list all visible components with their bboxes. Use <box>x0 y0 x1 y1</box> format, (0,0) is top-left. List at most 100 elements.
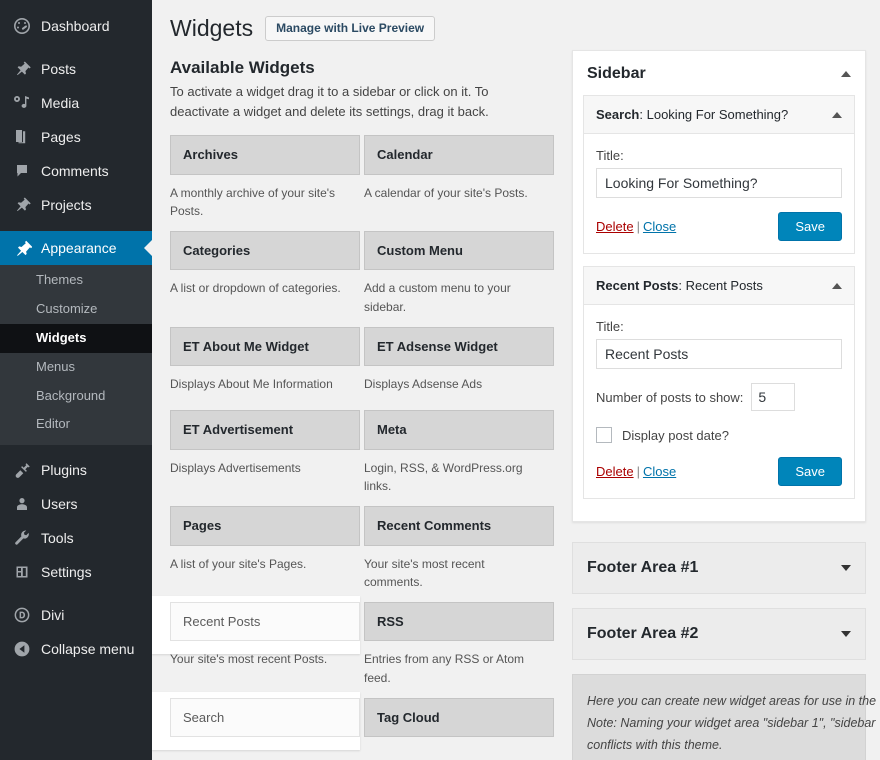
widget-card-description: A calendar of your site's Posts. <box>364 185 528 200</box>
users-icon <box>12 494 32 514</box>
chevron-up-icon[interactable] <box>832 282 842 289</box>
sidebar-item-divi[interactable]: Divi <box>0 598 152 632</box>
save-button[interactable]: Save <box>778 457 842 486</box>
widget-card-title: Pages <box>183 517 222 533</box>
widget-card-et-advertisement[interactable]: ET Advertisement <box>170 410 360 450</box>
submenu-item-widgets[interactable]: Widgets <box>0 323 152 353</box>
number-of-posts-row: Number of posts to show: <box>596 383 842 411</box>
info-line-3: conflicts with this theme. <box>587 738 723 752</box>
submenu-item-background[interactable]: Background <box>0 382 152 411</box>
widget-card-pages[interactable]: Pages <box>170 505 360 546</box>
submenu-item-menus[interactable]: Menus <box>0 353 152 382</box>
sidebar-item-appearance[interactable]: Appearance <box>0 231 152 265</box>
widget-instance-header[interactable]: Recent Posts: Recent Posts <box>584 267 854 305</box>
available-widgets-section: Available Widgets To activate a widget d… <box>152 58 554 760</box>
sidebar-item-label: Projects <box>41 197 92 213</box>
number-of-posts-input[interactable] <box>751 383 796 411</box>
widget-area-sidebar: Sidebar Search: Looking For Something? T… <box>572 50 866 522</box>
sidebar-item-users[interactable]: Users <box>0 487 152 521</box>
widget-card-description: A monthly archive of your site's Posts. <box>170 185 336 219</box>
widget-card-custom-menu[interactable]: Custom Menu <box>364 230 554 271</box>
widget-card-description: A list of your site's Pages. <box>170 556 307 571</box>
widget-card-recent-comments[interactable]: Recent Comments <box>364 505 554 546</box>
widget-card-recent-posts[interactable]: Recent Posts <box>170 601 360 642</box>
pin-icon <box>12 59 32 79</box>
sidebar-item-dashboard[interactable]: Dashboard <box>0 9 152 43</box>
link-separator: | <box>636 219 640 234</box>
close-link[interactable]: Close <box>643 464 676 479</box>
widget-card-description: Add a custom menu to your sidebar. <box>364 281 511 314</box>
widget-card-description: Your site's most recent comments. <box>364 556 485 590</box>
widget-card-et-about-me-widget[interactable]: ET About Me Widget <box>170 326 360 367</box>
widget-card-tag-cloud[interactable]: Tag Cloud <box>364 697 554 738</box>
widget-card-calendar[interactable]: Calendar <box>364 135 554 175</box>
widget-card-rss[interactable]: RSS <box>364 601 554 642</box>
widget-card-title: ET Adsense Widget <box>377 338 498 354</box>
widget-cell: Calendar A calendar of your site's Posts… <box>364 135 554 231</box>
sidebar-item-label: Dashboard <box>41 18 110 34</box>
available-widgets-heading: Available Widgets <box>170 58 315 77</box>
widget-card-title: Categories <box>183 242 251 258</box>
submenu-item-themes[interactable]: Themes <box>0 266 152 295</box>
sidebar-item-label: Tools <box>41 530 74 547</box>
widget-card-categories[interactable]: Categories <box>170 230 360 271</box>
sidebar-item-comments[interactable]: Comments <box>0 154 152 188</box>
sidebar-item-settings[interactable]: Settings <box>0 555 152 589</box>
widget-card-archives[interactable]: Archives <box>170 135 360 175</box>
sidebar-item-pages[interactable]: Pages <box>0 120 152 154</box>
title-input[interactable] <box>596 168 842 198</box>
media-icon <box>12 93 32 113</box>
menu-spacer <box>0 222 152 231</box>
create-widget-area-panel: Here you can create new widget areas for… <box>572 674 877 760</box>
sidebar-item-label: Appearance <box>41 240 117 256</box>
collapse-menu-button[interactable]: Collapse menu <box>0 632 152 666</box>
plugins-plug-icon <box>12 460 32 480</box>
widget-card-et-adsense-widget[interactable]: ET Adsense Widget <box>364 326 554 367</box>
delete-link[interactable]: Delete <box>596 219 634 234</box>
submenu-item-editor[interactable]: Editor <box>0 410 152 439</box>
widget-card-title: Calendar <box>377 147 433 162</box>
widget-cell: Archives A monthly archive of your site'… <box>170 135 360 231</box>
delete-link[interactable]: Delete <box>596 464 634 479</box>
widget-area-title: Sidebar <box>587 65 646 82</box>
close-link[interactable]: Close <box>643 219 676 234</box>
save-button[interactable]: Save <box>778 212 842 241</box>
sidebar-item-media[interactable]: Media <box>0 86 152 120</box>
sidebar-item-projects[interactable]: Projects <box>0 188 152 222</box>
link-separator: | <box>636 464 640 479</box>
widget-area-header[interactable]: Sidebar <box>583 51 855 95</box>
manage-with-live-preview-button[interactable]: Manage with Live Preview <box>265 16 436 41</box>
widget-instance-name: Looking For Something? <box>646 107 789 122</box>
chevron-down-icon[interactable] <box>841 631 851 637</box>
widget-instance-type: Search <box>596 107 640 122</box>
sidebar-item-label: Users <box>41 496 78 513</box>
sidebars-column-wrapper: Sidebar Search: Looking For Something? T… <box>572 50 880 760</box>
widget-cell: Recent Posts Your site's most recent Pos… <box>152 595 360 698</box>
widget-card-description: Login, RSS, & WordPress.org links. <box>364 460 523 494</box>
info-line-1: Here you can create new widget areas for… <box>587 694 877 708</box>
title-input[interactable] <box>596 339 842 369</box>
widget-area-header[interactable]: Footer Area #2 <box>583 609 855 659</box>
sidebar-item-tools[interactable]: Tools <box>0 521 152 555</box>
widget-instance-search: Search: Looking For Something? Title: De… <box>583 95 855 254</box>
widget-instance-actions: Delete | Close Save <box>596 457 842 488</box>
submenu-item-customize[interactable]: Customize <box>0 295 152 324</box>
display-post-date-checkbox[interactable] <box>596 427 612 443</box>
widget-instance-actions: Delete | Close Save <box>596 212 842 243</box>
widget-area-header[interactable]: Footer Area #1 <box>583 543 855 593</box>
widget-instance-header[interactable]: Search: Looking For Something? <box>584 96 854 134</box>
chevron-up-icon[interactable] <box>841 71 851 77</box>
widget-card-title: Tag Cloud <box>377 709 440 725</box>
available-widgets-grid: Archives A monthly archive of your site'… <box>152 135 554 760</box>
sidebar-item-posts[interactable]: Posts <box>0 52 152 86</box>
widget-card-search[interactable]: Search <box>170 697 360 738</box>
widget-action-links: Delete | Close <box>596 219 676 234</box>
widget-instance-recent-posts: Recent Posts: Recent Posts Title: Number… <box>583 266 855 499</box>
sidebar-item-plugins[interactable]: Plugins <box>0 453 152 487</box>
widget-card-title: Archives <box>183 147 238 162</box>
widget-card-meta[interactable]: Meta <box>364 410 554 450</box>
chevron-down-icon[interactable] <box>841 565 851 571</box>
chevron-up-icon[interactable] <box>832 111 842 118</box>
dashboard-icon <box>12 16 32 36</box>
widget-card-title: Recent Comments <box>377 517 492 533</box>
